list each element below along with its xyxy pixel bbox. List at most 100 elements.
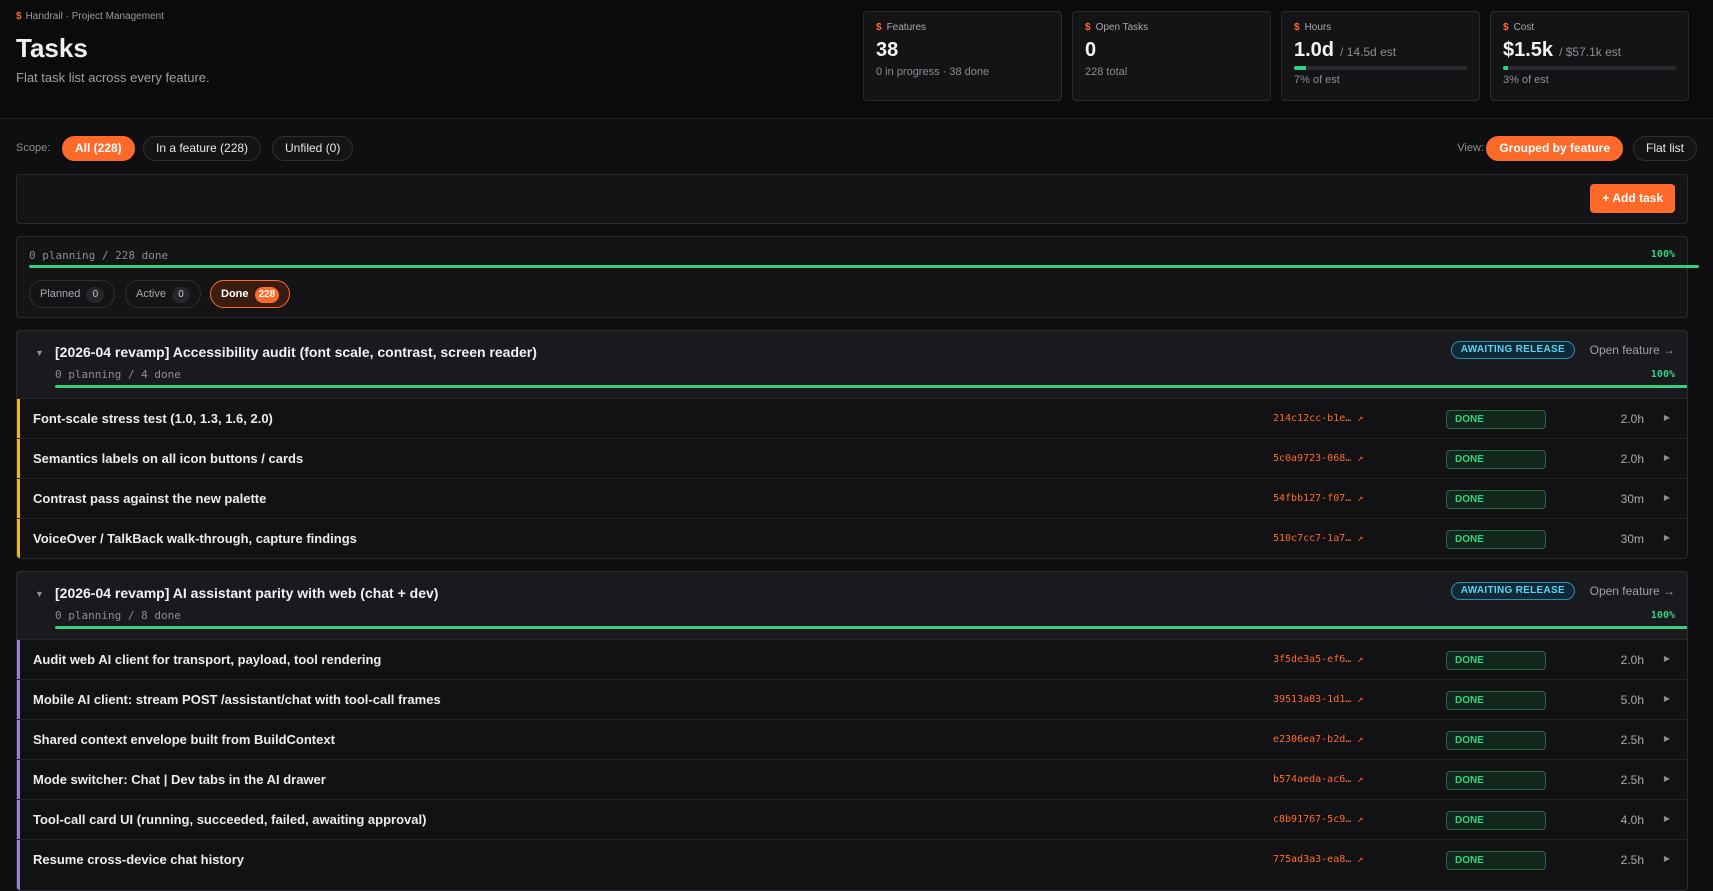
expand-caret-icon[interactable]: ▶ — [1664, 654, 1670, 663]
page-header: $ Handrail · Project Management Tasks Fla… — [0, 0, 1713, 119]
stat-card-features: $ Features 38 0 in progress · 38 done — [863, 11, 1062, 101]
filter-planned-chip[interactable]: Planned 0 — [29, 280, 116, 308]
stat-card-hours: $ Hours 1.0d / 14.5d est 7% of est — [1281, 11, 1480, 101]
task-status-select[interactable]: DONE — [1446, 410, 1546, 429]
stat-sub: 0 in progress · 38 done — [876, 66, 990, 78]
stat-progress-bar — [1503, 66, 1676, 70]
task-hours: 2.5h — [1620, 853, 1644, 867]
task-row[interactable]: Shared context envelope built from Build… — [17, 720, 1687, 760]
expand-caret-icon[interactable]: ▶ — [1664, 734, 1670, 743]
stat-label: Hours — [1304, 22, 1332, 33]
task-hours: 2.5h — [1620, 733, 1644, 747]
chevron-down-icon[interactable]: ▼ — [35, 348, 44, 358]
scope-unfiled-button[interactable]: Unfiled (0) — [272, 136, 354, 161]
task-status-select[interactable]: DONE — [1446, 530, 1546, 549]
expand-caret-icon[interactable]: ▶ — [1664, 774, 1670, 783]
feature-title: [2026-04 revamp] AI assistant parity wit… — [55, 585, 439, 601]
task-status-select[interactable]: DONE — [1446, 851, 1546, 870]
task-status-select[interactable]: DONE — [1446, 450, 1546, 469]
task-row[interactable]: Contrast pass against the new palette 54… — [17, 479, 1687, 519]
dollar-icon: $ — [1503, 22, 1509, 33]
expand-caret-icon[interactable]: ▶ — [1664, 533, 1670, 542]
task-row[interactable]: Mobile AI client: stream POST /assistant… — [17, 680, 1687, 720]
summary-text: 0 planning / 228 done — [29, 249, 169, 262]
task-status-select[interactable]: DONE — [1446, 811, 1546, 830]
task-row[interactable]: VoiceOver / TalkBack walk-through, captu… — [17, 519, 1687, 558]
stat-card-open-tasks: $ Open Tasks 0 228 total — [1072, 11, 1271, 101]
task-row[interactable]: Resume cross-device chat history 775ad3a… — [17, 840, 1687, 880]
stat-sub: 3% of est — [1503, 74, 1549, 86]
chevron-down-icon[interactable]: ▼ — [35, 589, 44, 599]
filter-done-chip[interactable]: Done 228 — [210, 280, 291, 308]
task-id-link[interactable]: 510c7cc7-1a7… ↗ — [1273, 533, 1363, 544]
page-title: Tasks — [16, 33, 88, 63]
task-hours: 2.0h — [1620, 653, 1644, 667]
task-row[interactable]: Mode switcher: Chat | Dev tabs in the AI… — [17, 760, 1687, 800]
summary-percent: 100% — [1650, 249, 1675, 260]
chip-label: Done — [221, 288, 249, 300]
task-title: Mobile AI client: stream POST /assistant… — [33, 692, 441, 707]
expand-caret-icon[interactable]: ▶ — [1664, 814, 1670, 823]
task-id-link[interactable]: 5c0a9723-068… ↗ — [1273, 453, 1363, 464]
stat-estimate: / $57.1k est — [1559, 45, 1622, 59]
stat-value: $1.5k — [1503, 39, 1554, 61]
add-task-panel: + Add task — [16, 174, 1688, 224]
task-status-select[interactable]: DONE — [1446, 731, 1546, 750]
task-id-link[interactable]: c8b91767-5c9… ↗ — [1273, 814, 1363, 825]
task-row[interactable]: Semantics labels on all icon buttons / c… — [17, 439, 1687, 479]
task-title: Contrast pass against the new palette — [33, 491, 267, 506]
expand-caret-icon[interactable]: ▶ — [1664, 493, 1670, 502]
task-title: Semantics labels on all icon buttons / c… — [33, 451, 304, 466]
status-badge: AWAITING RELEASE — [1450, 341, 1575, 359]
progress-summary: 0 planning / 228 done 100% Planned 0 Acti… — [16, 236, 1699, 318]
task-status-select[interactable]: DONE — [1446, 771, 1546, 790]
feature-group: ▼ [2026-04 revamp] AI assistant parity w… — [16, 571, 1688, 891]
stat-value: 0 — [1085, 39, 1097, 61]
expand-caret-icon[interactable]: ▶ — [1664, 413, 1670, 422]
task-id-link[interactable]: 54fbb127-f07… ↗ — [1273, 493, 1363, 504]
dollar-icon: $ — [1085, 22, 1091, 33]
task-id-link[interactable]: b574aeda-ac6… ↗ — [1273, 774, 1363, 785]
chip-count: 228 — [254, 287, 280, 303]
open-feature-link[interactable]: Open feature → — [1590, 343, 1675, 357]
task-status-select[interactable]: DONE — [1446, 691, 1546, 710]
task-id-link[interactable]: 775ad3a3-ea8… ↗ — [1273, 854, 1363, 865]
stat-value: 38 — [876, 39, 899, 61]
filter-active-chip[interactable]: Active 0 — [125, 280, 201, 308]
task-id-link[interactable]: 214c12cc-b1e… ↗ — [1273, 413, 1363, 424]
task-id-link[interactable]: 3f5de3a5-ef6… ↗ — [1273, 654, 1363, 665]
task-status-select[interactable]: DONE — [1446, 651, 1546, 670]
stat-label: Features — [886, 22, 927, 33]
dollar-icon: $ — [876, 22, 882, 33]
task-title: Audit web AI client for transport, paylo… — [33, 652, 382, 667]
task-row[interactable]: Tool-call card UI (running, succeeded, f… — [17, 800, 1687, 840]
scope-in-feature-button[interactable]: In a feature (228) — [143, 136, 262, 161]
task-id-link[interactable]: e2306ea7-b2d… ↗ — [1273, 734, 1363, 745]
task-hours: 30m — [1620, 532, 1644, 546]
task-hours: 2.0h — [1620, 412, 1644, 426]
expand-caret-icon[interactable]: ▶ — [1664, 854, 1670, 863]
feature-title: [2026-04 revamp] Accessibility audit (fo… — [55, 344, 537, 360]
task-row[interactable]: Font-scale stress test (1.0, 1.3, 1.6, 2… — [17, 399, 1687, 439]
view-grouped-button[interactable]: Grouped by feature — [1486, 136, 1623, 161]
feature-header[interactable]: ▼ [2026-04 revamp] AI assistant parity w… — [17, 572, 1687, 640]
stat-label: Cost — [1513, 22, 1535, 33]
add-task-button[interactable]: + Add task — [1590, 184, 1675, 213]
summary-progress-bar — [29, 265, 1699, 268]
open-feature-link[interactable]: Open feature → — [1590, 584, 1675, 598]
dollar-icon: $ — [16, 11, 22, 22]
chip-label: Active — [136, 288, 166, 300]
expand-caret-icon[interactable]: ▶ — [1664, 453, 1670, 462]
view-flat-button[interactable]: Flat list — [1632, 136, 1697, 161]
expand-caret-icon[interactable]: ▶ — [1664, 694, 1670, 703]
dollar-icon: $ — [1294, 22, 1300, 33]
filter-controls: Scope: All (228) In a feature (228) Unfi… — [16, 136, 1697, 162]
feature-header[interactable]: ▼ [2026-04 revamp] Accessibility audit (… — [17, 331, 1687, 399]
task-id-link[interactable]: 39513a83-1d1… ↗ — [1273, 694, 1363, 705]
feature-progress-bar — [55, 385, 1687, 388]
task-status-select[interactable]: DONE — [1446, 490, 1546, 509]
chip-label: Planned — [40, 288, 81, 300]
task-row[interactable]: Audit web AI client for transport, paylo… — [17, 640, 1687, 680]
scope-all-button[interactable]: All (228) — [62, 136, 135, 161]
breadcrumb: $ Handrail · Project Management — [16, 11, 164, 22]
